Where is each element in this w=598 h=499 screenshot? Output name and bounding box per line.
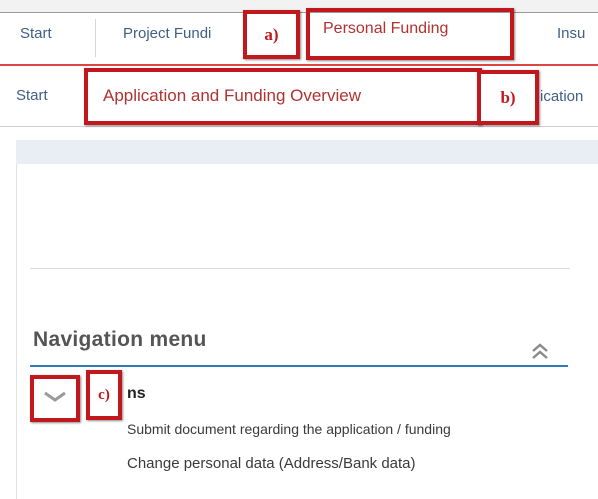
panel-header-band — [16, 140, 598, 164]
panel-divider — [30, 268, 570, 269]
subtab-start[interactable]: Start — [16, 87, 48, 104]
marker-b: b) — [481, 74, 535, 121]
content-panel — [16, 140, 598, 499]
subtab-next[interactable]: ication — [540, 88, 598, 105]
tab-project-funding[interactable]: Project Fundi — [123, 25, 245, 42]
tab-personal-funding[interactable]: Personal Funding — [323, 20, 448, 38]
tab-start[interactable]: Start — [20, 25, 52, 42]
collapse-double-chevron-icon[interactable] — [530, 340, 550, 362]
tab-divider — [95, 19, 96, 57]
options-section-label[interactable]: ns — [127, 385, 146, 403]
marker-a: a) — [247, 14, 296, 55]
subnav-bottom-line — [0, 126, 598, 127]
chevron-down-icon[interactable] — [40, 388, 70, 406]
marker-c: c) — [90, 374, 118, 416]
navigation-menu-title: Navigation menu — [33, 328, 207, 351]
subtab-overview[interactable]: Application and Funding Overview — [103, 86, 361, 106]
navigation-menu-underline — [30, 365, 568, 367]
menu-item-change-personal-data[interactable]: Change personal data (Address/Bank data) — [127, 455, 416, 472]
tab-insurance[interactable]: Insu — [557, 25, 598, 42]
menu-item-submit-document[interactable]: Submit document regarding the applicatio… — [127, 421, 451, 437]
